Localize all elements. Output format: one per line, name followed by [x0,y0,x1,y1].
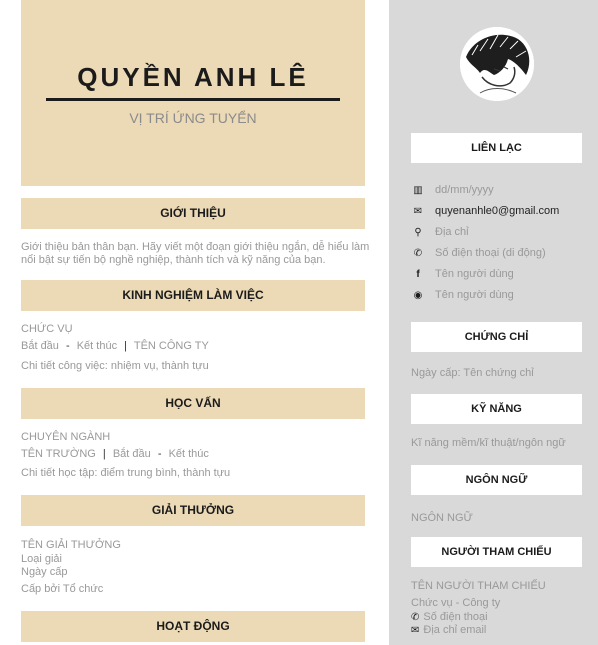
education-end: Kết thúc [168,448,209,460]
avatar [460,27,534,101]
birthday-cake-icon: ▥ [413,185,423,196]
map-pin-icon: ⚲ [414,227,422,238]
section-contact-heading: LIÊN LẠC [411,133,582,163]
envelope-icon: ✉ [411,625,420,636]
name-underline [46,98,340,101]
sidebar: LIÊN LẠC ▥ dd/mm/yyyy ✉ quyenanhle0@gmail.… [389,0,598,645]
section-languages-heading: NGÔN NGỮ [411,465,582,495]
skills-text: Kĩ năng mềm/kĩ thuật/ngôn ngữ [411,437,566,449]
candidate-name: QUYỀN ANH LÊ [77,62,309,92]
contact-birthday: ▥ dd/mm/yyyy [411,182,493,198]
main-column: QUYỀN ANH LÊ VỊ TRÍ ỨNG TUYỂN GIỚI THIỆU… [21,0,369,645]
languages-text: NGÔN NGỮ [411,512,473,524]
education-school: TÊN TRƯỜNG [21,448,96,460]
experience-period: Bắt đầu - Kết thúc | TÊN CÔNG TY [21,340,209,353]
contact-phone: ✆ Số điện thoại (di động) [411,245,546,261]
intro-text-line-1: Giới thiệu bản thân bạn. Hãy viết một đo… [21,241,370,253]
certificate-date-label: Ngày cấp: [411,367,461,379]
experience-end: Kết thúc [76,340,118,352]
experience-dash: - [65,340,70,352]
contact-facebook: f Tên người dùng [411,266,513,282]
experience-start: Bắt đầu [21,340,59,352]
section-intro-heading: GIỚI THIỆU [21,198,365,229]
award-type: Loại giải [21,553,62,565]
phone-icon: ✆ [411,612,420,623]
reference-name: TÊN NGƯỜI THAM CHIẾU [411,580,546,592]
reference-email: ✉ Địa chỉ email [411,624,487,636]
intro-text-line-2: nổi bật sự tiến bộ nghề nghiệp, thành tí… [21,254,326,266]
section-references-heading: NGƯỜI THAM CHIẾU [411,537,582,567]
experience-role: CHỨC VỤ [21,323,73,335]
experience-separator: | [124,340,127,352]
section-certificates-heading: CHỨNG CHỈ [411,322,582,352]
github-icon: ◉ [413,290,423,301]
section-awards-heading: GIẢI THƯỞNG [21,495,365,526]
reference-phone: ✆ Số điện thoại [411,611,488,623]
header-panel: QUYỀN ANH LÊ VỊ TRÍ ỨNG TUYỂN [21,0,365,186]
education-major: CHUYÊN NGÀNH [21,431,111,443]
experience-detail: Chi tiết công việc: nhiệm vụ, thành tựu [21,360,209,372]
award-issuer: Cấp bởi Tổ chức [21,583,104,595]
contact-address: ⚲ Địa chỉ [411,224,468,240]
education-separator: | [102,448,106,460]
education-period: TÊN TRƯỜNG | Bắt đầu - Kết thúc [21,448,209,461]
education-start: Bắt đầu [112,448,151,460]
section-skills-heading: KỸ NĂNG [411,394,582,424]
section-activities-heading: HOẠT ĐỘNG [21,611,365,642]
phone-icon: ✆ [413,248,423,259]
education-detail: Chi tiết học tập: điểm trung bình, thành… [21,467,231,479]
award-name: TÊN GIẢI THƯỞNG [21,539,121,551]
certificate-entry: Ngày cấp: Tên chứng chỉ [411,367,534,380]
contact-github: ◉ Tên người dùng [411,287,514,303]
envelope-icon: ✉ [413,206,423,217]
experience-company: TÊN CÔNG TY [133,340,209,352]
position-title: VỊ TRÍ ỨNG TUYỂN [129,110,257,126]
avatar-sketch-image [460,27,534,101]
award-date: Ngày cấp [21,566,68,578]
facebook-icon: f [416,269,420,280]
section-education-heading: HỌC VẤN [21,388,365,419]
education-dash: - [157,448,162,460]
contact-email[interactable]: ✉ quyenanhle0@gmail.com [411,203,560,219]
section-experience-heading: KINH NGHIỆM LÀM VIỆC [21,280,365,311]
certificate-name: Tên chứng chỉ [463,367,534,379]
reference-role: Chức vụ - Công ty [411,597,501,609]
